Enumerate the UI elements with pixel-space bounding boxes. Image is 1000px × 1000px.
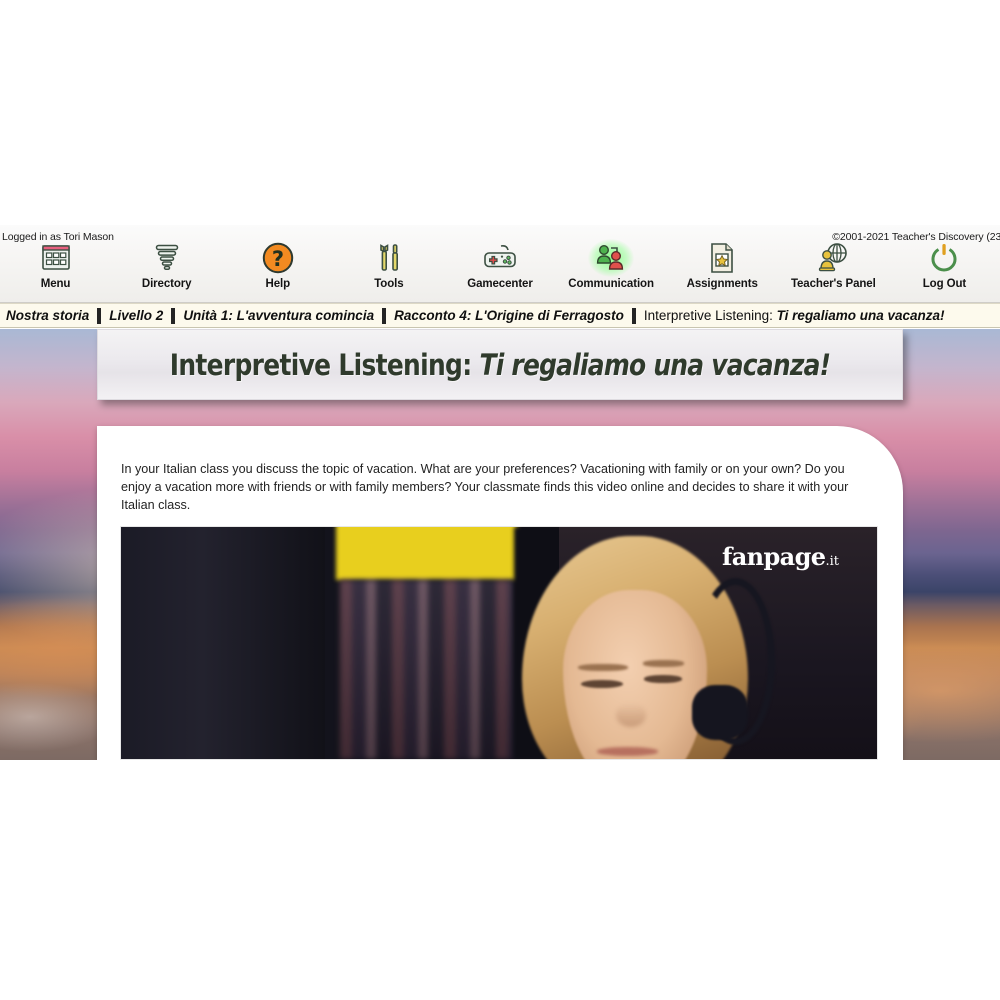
video-subject-face bbox=[563, 589, 707, 759]
toolbar-item-help[interactable]: ? Help bbox=[222, 239, 333, 290]
video-subject-mouth bbox=[597, 747, 658, 756]
lesson-content-card: In your Italian class you discuss the to… bbox=[97, 426, 903, 760]
toolbar-label-assignments: Assignments bbox=[686, 278, 758, 290]
toolbar-item-tools[interactable]: Tools bbox=[333, 239, 444, 290]
globe-person-icon bbox=[816, 241, 850, 275]
question-circle-icon: ? bbox=[262, 241, 294, 275]
svg-text:?: ? bbox=[272, 247, 284, 271]
page-title: Interpretive Listening: Ti regaliamo una… bbox=[169, 347, 832, 382]
toolbar-item-teachers-panel[interactable]: Teacher's Panel bbox=[778, 239, 889, 290]
toolbar-item-directory[interactable]: Directory bbox=[111, 239, 222, 290]
funnel-icon bbox=[154, 241, 180, 275]
browser-viewport: Logged in as Tori Mason ©2001-2021 Teach… bbox=[0, 225, 1000, 760]
breadcrumb-item-1[interactable]: Livello 2 bbox=[101, 308, 171, 323]
calendar-grid-icon bbox=[41, 241, 71, 275]
toolbar-nav: Menu Directory ? Help Tools Gamecenter C… bbox=[0, 239, 1000, 301]
toolbar-label-directory: Directory bbox=[141, 278, 192, 290]
breadcrumb-item-2[interactable]: Unità 1: L'avventura comincia bbox=[175, 308, 382, 323]
breadcrumb-item-current: Interpretive Listening: Ti regaliamo una… bbox=[636, 308, 953, 323]
toolbar-label-logout: Log Out bbox=[922, 278, 967, 290]
document-star-icon bbox=[709, 241, 735, 275]
toolbar-item-assignments[interactable]: Assignments bbox=[667, 239, 778, 290]
video-subject-nose bbox=[616, 703, 647, 727]
gamepad-icon bbox=[481, 241, 519, 275]
video-player[interactable]: fanpage.it bbox=[120, 526, 878, 760]
video-watermark-name: fanpage bbox=[721, 542, 826, 571]
breadcrumb: Nostra storia Livello 2 Unità 1: L'avven… bbox=[0, 303, 1000, 328]
breadcrumb-item-3[interactable]: Racconto 4: L'Origine di Ferragosto bbox=[386, 308, 632, 323]
power-icon bbox=[929, 241, 959, 275]
page-scene: Interpretive Listening: Ti regaliamo una… bbox=[0, 329, 1000, 760]
breadcrumb-current-prefix: Interpretive Listening: bbox=[643, 308, 777, 323]
main-toolbar: Logged in as Tori Mason ©2001-2021 Teach… bbox=[0, 225, 1000, 303]
toolbar-item-communication[interactable]: Communication bbox=[556, 239, 667, 290]
app-root: Logged in as Tori Mason ©2001-2021 Teach… bbox=[0, 0, 1000, 1000]
toolbar-item-gamecenter[interactable]: Gamecenter bbox=[444, 239, 555, 290]
video-subject-brow-right bbox=[642, 660, 685, 668]
breadcrumb-item-0[interactable]: Nostra storia bbox=[0, 308, 97, 323]
toolbar-label-communication: Communication bbox=[568, 278, 654, 290]
two-people-icon bbox=[594, 241, 628, 275]
video-bg-left bbox=[121, 527, 326, 759]
breadcrumb-current-emphasis: Ti regaliamo una vacanza! bbox=[776, 308, 945, 323]
video-bg-yellow-sign bbox=[336, 527, 518, 581]
video-subject-eye-left bbox=[580, 680, 623, 688]
page-title-prefix: Interpretive Listening: bbox=[169, 347, 480, 382]
toolbar-label-tools: Tools bbox=[374, 278, 404, 290]
wrench-screwdriver-icon bbox=[374, 241, 404, 275]
video-watermark-tld: .it bbox=[825, 554, 839, 569]
video-bg-shelf bbox=[340, 580, 515, 759]
toolbar-label-gamecenter: Gamecenter bbox=[467, 278, 533, 290]
toolbar-item-menu[interactable]: Menu bbox=[0, 239, 111, 290]
page-title-emphasis: Ti regaliamo una vacanza! bbox=[479, 347, 832, 382]
video-subject-brow-left bbox=[578, 663, 628, 672]
video-subject-headphone-earcup bbox=[691, 684, 749, 741]
lesson-title-banner: Interpretive Listening: Ti regaliamo una… bbox=[97, 329, 903, 400]
toolbar-label-help: Help bbox=[265, 278, 291, 290]
activity-prompt-text: In your Italian class you discuss the to… bbox=[121, 462, 849, 512]
video-subject-eye-right bbox=[644, 675, 682, 683]
toolbar-label-menu: Menu bbox=[40, 278, 71, 290]
toolbar-label-teachers-panel: Teacher's Panel bbox=[790, 278, 876, 290]
video-watermark-fanpage: fanpage.it bbox=[722, 545, 839, 569]
toolbar-item-logout[interactable]: Log Out bbox=[889, 239, 1000, 290]
